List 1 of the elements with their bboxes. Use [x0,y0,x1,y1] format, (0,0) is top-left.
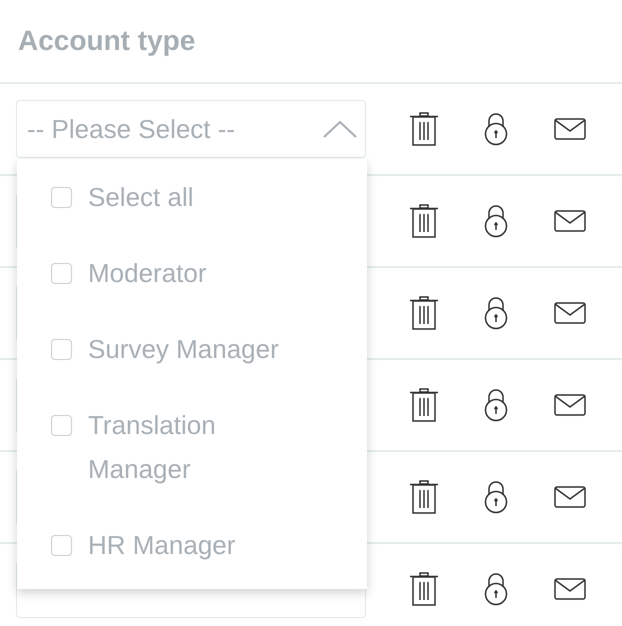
column-header: Account type [18,25,196,57]
